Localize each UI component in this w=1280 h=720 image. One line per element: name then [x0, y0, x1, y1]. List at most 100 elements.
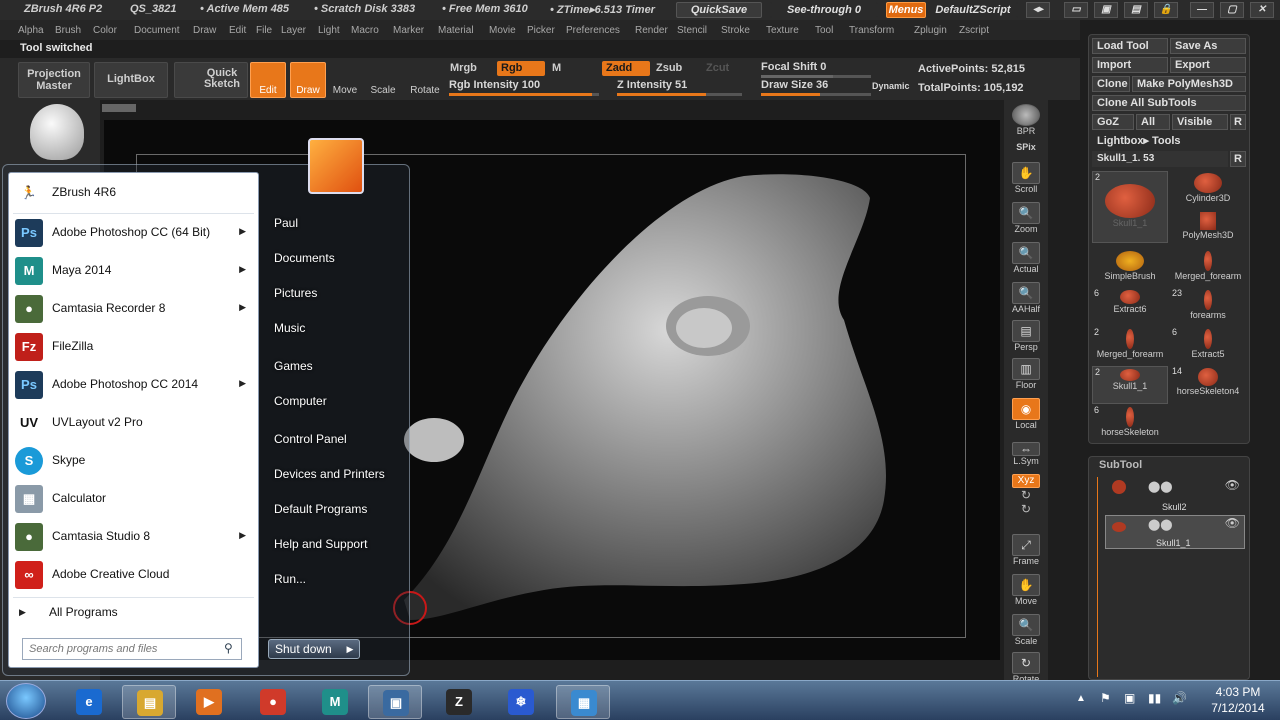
tool-item[interactable]: 14 horseSkeleton4 — [1170, 366, 1246, 404]
taskbar-app-button[interactable]: ▤ — [122, 685, 176, 719]
load-tool-button[interactable]: Load Tool — [1092, 38, 1168, 54]
lsym-button[interactable]: ⇔ L.Sym — [1009, 442, 1043, 478]
see-through-slider[interactable]: See-through 0 — [770, 2, 878, 18]
zadd-toggle[interactable]: Zadd — [602, 61, 650, 76]
current-tool-slider[interactable]: Skull1_1. 53 — [1092, 151, 1228, 167]
minimize-icon[interactable]: — — [1190, 2, 1214, 18]
tool-item[interactable]: PolyMesh3D — [1170, 210, 1246, 248]
maximize-icon[interactable]: ▢ — [1220, 2, 1244, 18]
taskbar-app-button[interactable]: ▦ — [556, 685, 610, 719]
menu-brush[interactable]: Brush — [55, 25, 81, 36]
tool-item[interactable]: Cylinder3D — [1170, 171, 1246, 209]
menu-stencil[interactable]: Stencil — [677, 25, 707, 36]
taskbar-app-button[interactable]: M — [308, 685, 362, 719]
program-photoshop-cc-2014[interactable]: Ps Adobe Photoshop CC 2014 ▶ — [9, 367, 258, 403]
place-pictures[interactable]: Pictures — [274, 286, 317, 300]
place-computer[interactable]: Computer — [274, 394, 327, 408]
layout-icon[interactable]: ▭ — [1064, 2, 1088, 18]
move-view-button[interactable]: ✋ Move — [1009, 574, 1043, 610]
menu-alpha[interactable]: Alpha — [18, 25, 44, 36]
place-devices-printers[interactable]: Devices and Printers — [274, 467, 385, 481]
menu-material[interactable]: Material — [438, 25, 474, 36]
focal-shift-slider[interactable] — [761, 75, 871, 78]
menu-document[interactable]: Document — [134, 25, 180, 36]
floor-button[interactable]: ▥ Floor — [1009, 358, 1043, 394]
close-icon[interactable]: ✕ — [1250, 2, 1274, 18]
menu-texture[interactable]: Texture — [766, 25, 799, 36]
all-programs-button[interactable]: ▶ All Programs — [9, 599, 258, 627]
goz-visible-button[interactable]: Visible — [1172, 114, 1228, 130]
menu-tool[interactable]: Tool — [815, 25, 833, 36]
eye-icon[interactable]: 👁 — [1225, 516, 1240, 530]
dynamic-toggle[interactable]: Dynamic — [872, 81, 910, 91]
tool-item[interactable]: 2 Skull1_1 — [1092, 171, 1168, 243]
program-photoshop-cc-64[interactable]: Ps Adobe Photoshop CC (64 Bit) ▶ — [9, 215, 258, 251]
default-zscript-button[interactable]: DefaultZScript — [928, 2, 1018, 18]
program-zbrush[interactable]: 🏃 ZBrush 4R6 — [9, 175, 258, 211]
taskbar-app-button[interactable]: ▶ — [182, 685, 236, 719]
tool-item[interactable]: SimpleBrush — [1092, 249, 1168, 287]
goz-all-button[interactable]: All — [1136, 114, 1170, 130]
zsub-toggle[interactable]: Zsub — [652, 61, 686, 76]
tool-r-button[interactable]: R — [1230, 151, 1246, 167]
mrgb-toggle[interactable]: Mrgb — [446, 61, 481, 76]
place-games[interactable]: Games — [274, 359, 313, 373]
subtool-title[interactable]: SubTool — [1099, 459, 1142, 471]
place-documents[interactable]: Documents — [274, 251, 335, 265]
place-default-programs[interactable]: Default Programs — [274, 502, 367, 516]
zcut-toggle[interactable]: Zcut — [702, 61, 733, 76]
rgb-intensity-slider[interactable] — [449, 93, 599, 96]
subtool-row[interactable]: ⬤⬤ 👁 Skull2 — [1105, 477, 1245, 512]
menu-layer[interactable]: Layer — [281, 25, 306, 36]
tool-item[interactable]: 6 Extract6 — [1092, 288, 1168, 326]
spix-slider[interactable]: SPix — [1009, 142, 1043, 156]
taskbar-clock[interactable]: 4:03 PM 7/12/2014 — [1200, 684, 1276, 718]
menu-render[interactable]: Render — [635, 25, 668, 36]
quicksave-button[interactable]: QuickSave — [676, 2, 762, 18]
save-as-button[interactable]: Save As — [1170, 38, 1246, 54]
visibility-toggle-icon[interactable]: ⬤⬤ — [1148, 518, 1173, 531]
import-button[interactable]: Import — [1092, 57, 1168, 73]
z-intensity-slider[interactable] — [617, 93, 742, 96]
start-search-input[interactable]: Search programs and files — [22, 638, 242, 660]
clone-all-subtools-button[interactable]: Clone All SubTools — [1092, 95, 1246, 111]
menu-preferences[interactable]: Preferences — [566, 25, 620, 36]
place-music[interactable]: Music — [274, 321, 305, 335]
program-calculator[interactable]: ▦ Calculator — [9, 481, 258, 517]
taskbar-app-button[interactable]: ❄ — [494, 685, 548, 719]
menu-movie[interactable]: Movie — [489, 25, 516, 36]
program-filezilla[interactable]: Fz FileZilla — [9, 329, 258, 365]
program-skype[interactable]: S Skype — [9, 443, 258, 479]
xyz-button[interactable]: Xyz ↻ ↻ — [1009, 474, 1043, 518]
place-user[interactable]: Paul — [274, 216, 298, 230]
menu-edit[interactable]: Edit — [229, 25, 246, 36]
program-camtasia-recorder[interactable]: ● Camtasia Recorder 8 ▶ — [9, 291, 258, 327]
menu-zscript[interactable]: Zscript — [959, 25, 989, 36]
subtool-scrollbar[interactable] — [1097, 477, 1098, 677]
action-center-flag-icon[interactable]: ⚑ — [1100, 691, 1111, 705]
clone-button[interactable]: Clone — [1092, 76, 1130, 92]
lock-icon[interactable]: 🔒 — [1154, 2, 1178, 18]
lightbox-button[interactable]: LightBox — [94, 62, 168, 98]
program-uvlayout[interactable]: UV UVLayout v2 Pro — [9, 405, 258, 441]
goz-button[interactable]: GoZ — [1092, 114, 1134, 130]
place-run[interactable]: Run... — [274, 572, 306, 586]
rgb-toggle[interactable]: Rgb — [497, 61, 545, 76]
taskbar-app-button[interactable]: ▣ — [368, 685, 422, 719]
place-help-support[interactable]: Help and Support — [274, 537, 367, 551]
draw-button[interactable]: Draw — [290, 62, 326, 98]
tool-item[interactable]: 2 Skull1_1 — [1092, 366, 1168, 404]
lightbox-tools-button[interactable]: Lightbox▸ Tools — [1092, 133, 1246, 149]
program-creative-cloud[interactable]: ∞ Adobe Creative Cloud — [9, 557, 258, 593]
shutdown-options-icon[interactable]: ▶ — [340, 639, 360, 659]
rotate-button[interactable]: Rotate — [408, 62, 442, 98]
taskbar-app-button[interactable]: Z — [432, 685, 486, 719]
menu-picker[interactable]: Picker — [527, 25, 555, 36]
layout-icon[interactable]: ▤ — [1124, 2, 1148, 18]
taskbar-app-button[interactable]: e — [62, 685, 116, 719]
edit-button[interactable]: Edit — [250, 62, 286, 98]
scale-button[interactable]: Scale — [368, 62, 398, 98]
place-control-panel[interactable]: Control Panel — [274, 432, 347, 446]
menu-stroke[interactable]: Stroke — [721, 25, 750, 36]
search-icon[interactable]: ⚲ — [224, 641, 233, 655]
